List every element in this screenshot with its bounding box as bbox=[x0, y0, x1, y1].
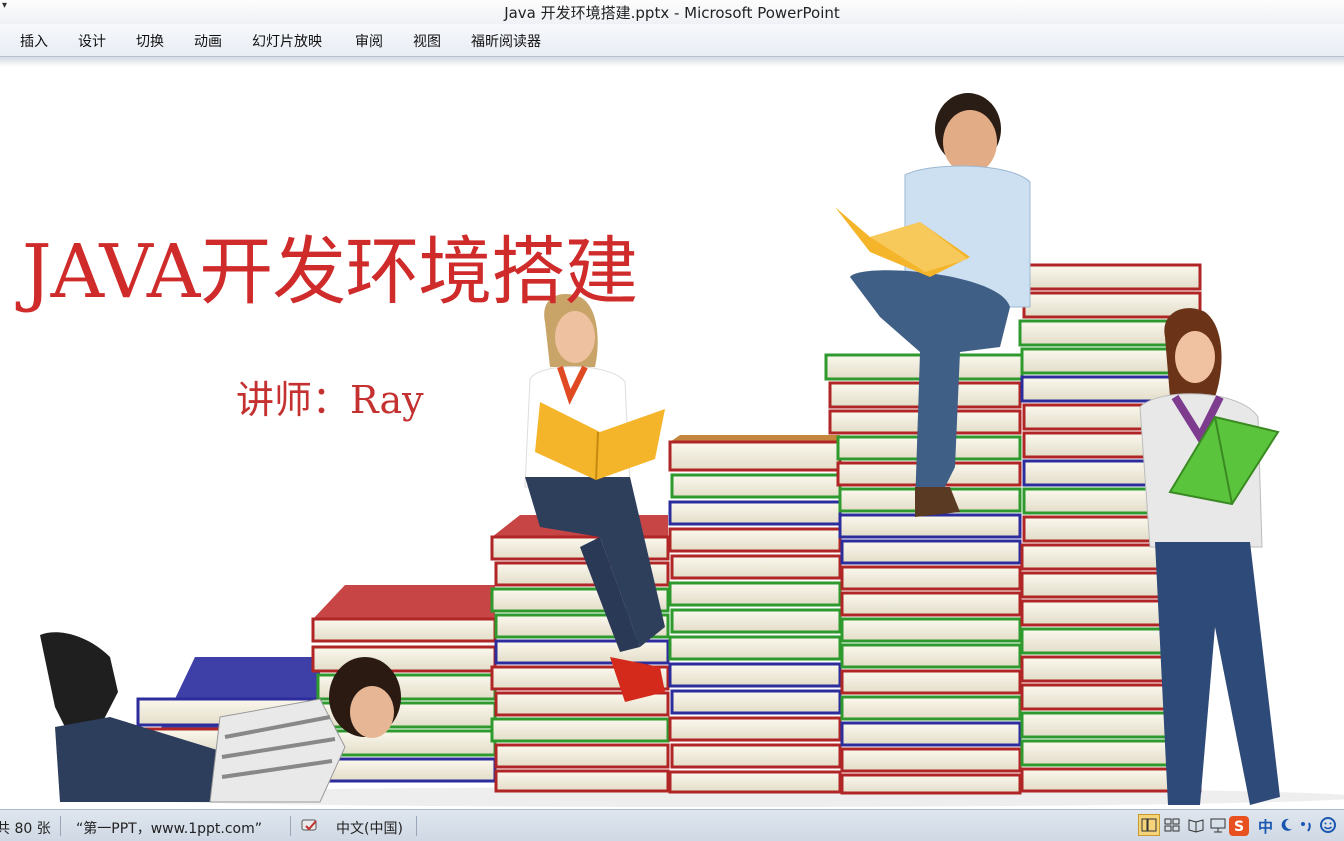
tab-transitions[interactable]: 切换 bbox=[136, 31, 164, 51]
slide-title[interactable]: JAVA开发环境搭建 bbox=[22, 212, 638, 319]
slide-sorter-icon[interactable] bbox=[1162, 815, 1182, 835]
tab-animations[interactable]: 动画 bbox=[194, 31, 222, 51]
slide-subtitle[interactable]: 讲师：Ray bbox=[236, 369, 424, 424]
emoji-smiley-icon[interactable] bbox=[1318, 815, 1338, 835]
slide-show-icon[interactable] bbox=[1208, 815, 1228, 835]
status-separator bbox=[60, 816, 61, 836]
normal-view-icon[interactable] bbox=[1138, 814, 1160, 836]
book-stack-4 bbox=[668, 435, 842, 794]
status-separator bbox=[416, 816, 417, 836]
spell-check-icon[interactable] bbox=[300, 815, 320, 835]
tab-foxit-reader[interactable]: 福昕阅读器 bbox=[471, 31, 541, 51]
status-bar: 共 80 张 “第一PPT，www.1ppt.com” 中文(中国) S 中 bbox=[0, 809, 1344, 841]
window-title: Java 开发环境搭建.pptx - Microsoft PowerPoint bbox=[504, 4, 840, 22]
status-separator bbox=[290, 816, 291, 836]
tab-insert[interactable]: 插入 bbox=[20, 31, 48, 51]
half-width-moon-icon[interactable] bbox=[1278, 815, 1298, 835]
punctuation-icon[interactable] bbox=[1298, 815, 1318, 835]
books-and-students-illustration bbox=[40, 93, 1344, 807]
slide-pane-border bbox=[0, 57, 1344, 67]
title-bar: ▾ Java 开发环境搭建.pptx - Microsoft PowerPoin… bbox=[0, 0, 1344, 24]
language-indicator[interactable]: 中文(中国) bbox=[336, 818, 403, 838]
tab-design[interactable]: 设计 bbox=[78, 31, 106, 51]
slide-canvas[interactable]: JAVA开发环境搭建 讲师：Ray bbox=[0, 67, 1344, 809]
tab-slide-show[interactable]: 幻灯片放映 bbox=[252, 31, 322, 51]
tab-review[interactable]: 审阅 bbox=[355, 31, 383, 51]
tab-view[interactable]: 视图 bbox=[413, 31, 441, 51]
sogou-ime-icon[interactable]: S bbox=[1228, 815, 1249, 836]
svg-text:S: S bbox=[1234, 819, 1244, 835]
ribbon-tab-bar: 插入 设计 切换 动画 幻灯片放映 审阅 视图 福昕阅读器 bbox=[0, 24, 1344, 57]
theme-name[interactable]: “第一PPT，www.1ppt.com” bbox=[76, 818, 262, 838]
slide-count: 共 80 张 bbox=[0, 821, 51, 837]
ime-mode-indicator[interactable]: 中 bbox=[1258, 816, 1273, 837]
reading-view-icon[interactable] bbox=[1186, 815, 1206, 835]
